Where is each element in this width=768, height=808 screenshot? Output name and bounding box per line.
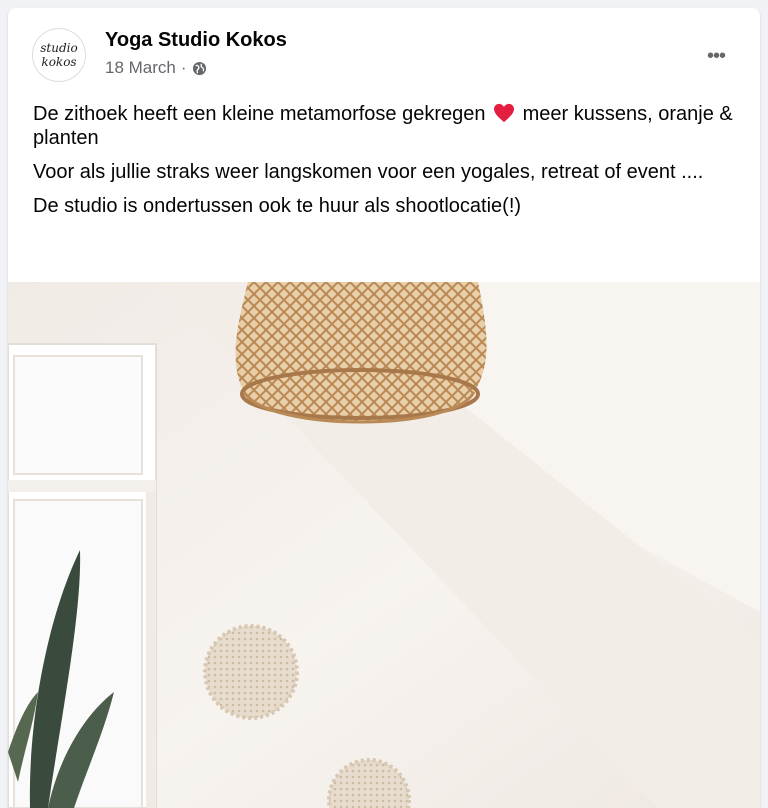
post-paragraph-1: De zithoek heeft een kleine metamorfose … [33,102,743,150]
post-text: De zithoek heeft een kleine metamorfose … [33,102,743,228]
post-card: studio kokos Yoga Studio Kokos 18 March … [8,8,760,808]
globe-icon[interactable] [192,61,207,76]
post-meta: 18 March · [105,58,207,78]
more-options-button[interactable]: ••• [698,38,734,74]
post-date[interactable]: 18 March [105,58,176,78]
heart-icon [494,103,515,123]
post-photo[interactable] [8,282,760,808]
avatar-text-line2: kokos [41,55,77,69]
post-paragraph-2: Voor als jullie straks weer langskomen v… [33,161,704,183]
post-header: studio kokos Yoga Studio Kokos 18 March … [8,8,760,92]
page-avatar[interactable]: studio kokos [32,28,86,82]
page-name-link[interactable]: Yoga Studio Kokos [105,29,287,52]
paragraph-1-text-a: De zithoek heeft een kleine metamorfose … [33,103,486,125]
meta-separator: · [180,58,187,77]
post-paragraph-3: De studio is ondertussen ook te huur als… [33,195,522,217]
avatar-text-line1: studio [40,41,78,55]
